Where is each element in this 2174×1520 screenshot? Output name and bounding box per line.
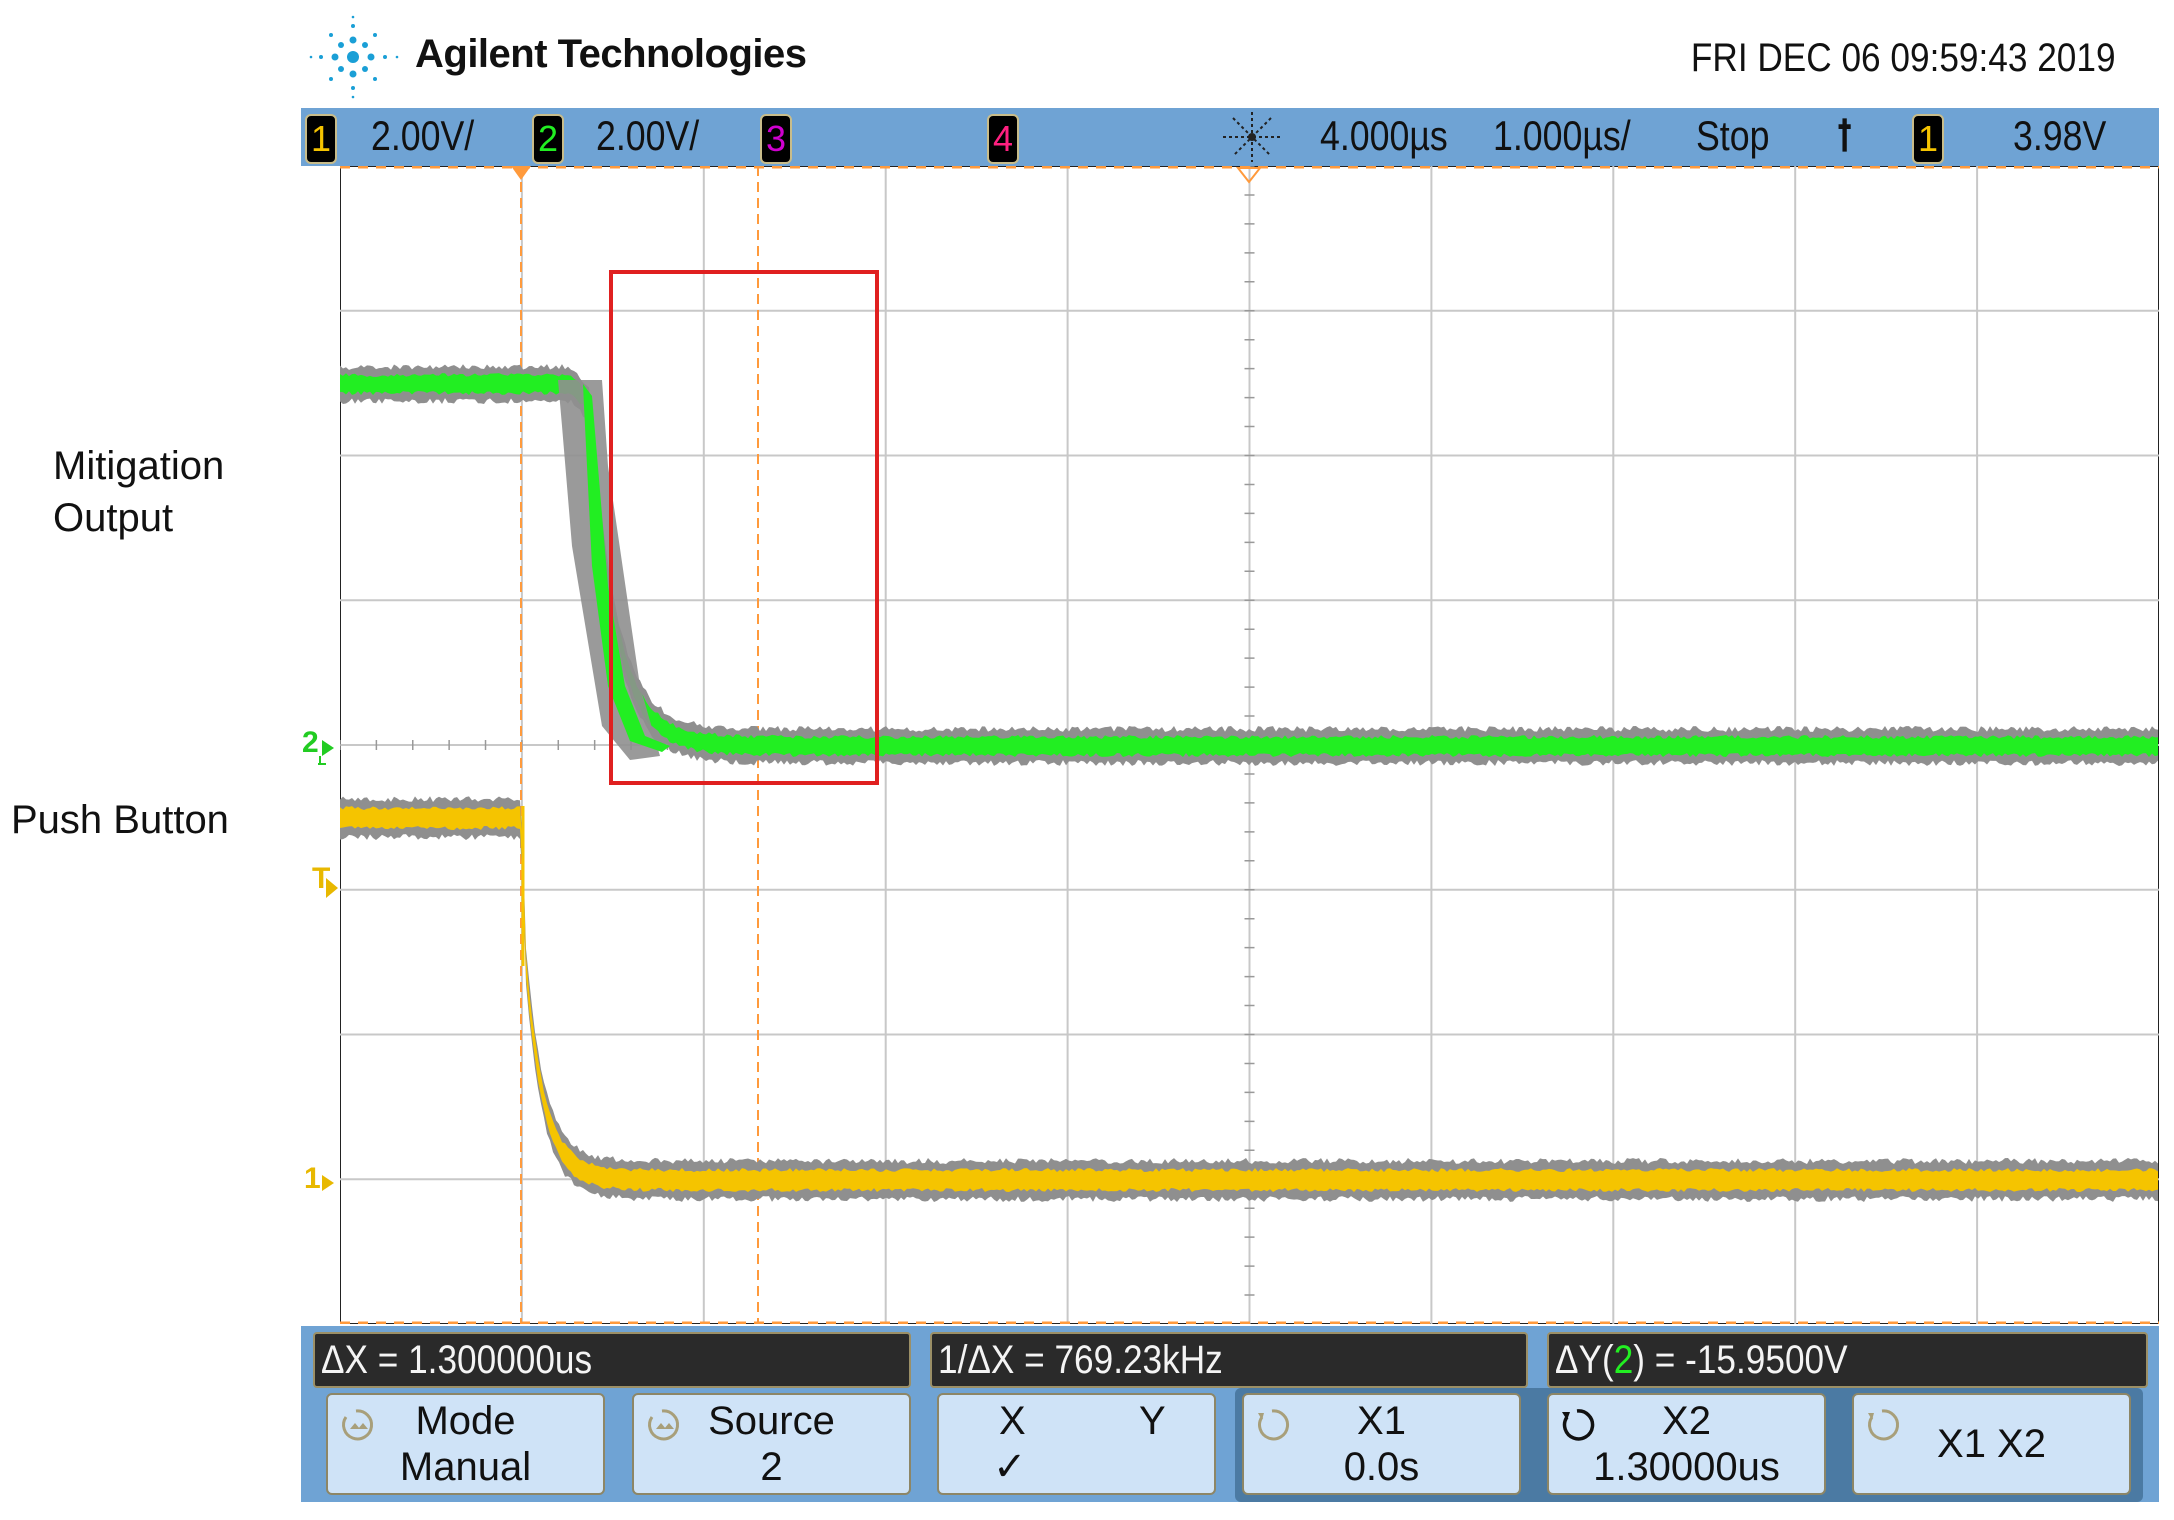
cursor-panel: ΔX = 1.300000us 1/ΔX = 769.23kHz ΔY(2) =… bbox=[301, 1326, 2159, 1502]
delta-x-readout: ΔX = 1.300000us bbox=[313, 1332, 911, 1388]
datetime: FRI DEC 06 09:59:43 2019 bbox=[1691, 36, 2116, 81]
softkey-label: Source bbox=[634, 1399, 909, 1443]
trigger-arrow-icon bbox=[324, 876, 340, 902]
softkey-value: 1.30000us bbox=[1549, 1445, 1824, 1489]
source-softkey[interactable]: Source 2 bbox=[632, 1393, 911, 1495]
checkmark-icon: ✓ bbox=[939, 1445, 1214, 1489]
ground-arrow-icon bbox=[318, 736, 340, 766]
agilent-logo-icon bbox=[305, 14, 405, 100]
channel-2-scale[interactable]: 2.00V/ bbox=[596, 112, 699, 160]
ground-arrow-icon bbox=[318, 1171, 340, 1201]
inverse-delta-x-readout: 1/ΔX = 769.23kHz bbox=[930, 1332, 1528, 1388]
softkey-label: X1 bbox=[1244, 1399, 1519, 1443]
softkey-label: X2 bbox=[1549, 1399, 1824, 1443]
brand-name: Agilent Technologies bbox=[415, 32, 807, 77]
softkey-y-label: Y bbox=[939, 1399, 1214, 1443]
x2-softkey[interactable]: X2 1.30000us bbox=[1547, 1393, 1826, 1495]
softkey-value: 2 bbox=[634, 1445, 909, 1489]
softkey-value: Manual bbox=[328, 1445, 603, 1489]
softkey-value: 0.0s bbox=[1244, 1445, 1519, 1489]
trigger-position-icon bbox=[1219, 110, 1285, 164]
trigger-level[interactable]: 3.98V bbox=[2013, 112, 2106, 160]
time-delay[interactable]: 4.000µs bbox=[1320, 112, 1448, 160]
softkey-label: X1 X2 bbox=[1854, 1422, 2129, 1466]
waveform-display[interactable] bbox=[340, 166, 2159, 1324]
x1-x2-softkey[interactable]: X1 X2 bbox=[1852, 1393, 2131, 1495]
channel-2-badge[interactable]: 2 bbox=[532, 114, 564, 164]
xy-softkey[interactable]: X Y ✓ bbox=[937, 1393, 1216, 1495]
delta-y-readout: ΔY(2) = -15.9500V bbox=[1547, 1332, 2148, 1388]
softkey-label: Mode bbox=[328, 1399, 603, 1443]
mitigation-label-line2: Output bbox=[53, 492, 224, 544]
run-state[interactable]: Stop bbox=[1696, 112, 1769, 160]
channel-1-badge[interactable]: 1 bbox=[305, 114, 337, 164]
mitigation-output-label: Mitigation Output bbox=[53, 440, 224, 544]
push-button-label: Push Button bbox=[11, 794, 229, 846]
mitigation-label-line1: Mitigation bbox=[53, 440, 224, 492]
falling-edge-trigger-icon: ꝉ bbox=[1837, 112, 1852, 161]
channel-4-badge[interactable]: 4 bbox=[987, 114, 1019, 164]
channel-2-ground-marker[interactable]: 2 bbox=[302, 726, 319, 760]
trigger-source-badge[interactable]: 1 bbox=[1912, 114, 1944, 164]
mode-softkey[interactable]: Mode Manual bbox=[326, 1393, 605, 1495]
scope-status-bar: 1 2.00V/ 2 2.00V/ 3 4 4.000µs 1.000µs/ S… bbox=[301, 108, 2159, 166]
time-scale[interactable]: 1.000µs/ bbox=[1493, 112, 1631, 160]
x1-softkey[interactable]: X1 0.0s bbox=[1242, 1393, 1521, 1495]
channel-3-badge[interactable]: 3 bbox=[760, 114, 792, 164]
channel-1-scale[interactable]: 2.00V/ bbox=[371, 112, 474, 160]
